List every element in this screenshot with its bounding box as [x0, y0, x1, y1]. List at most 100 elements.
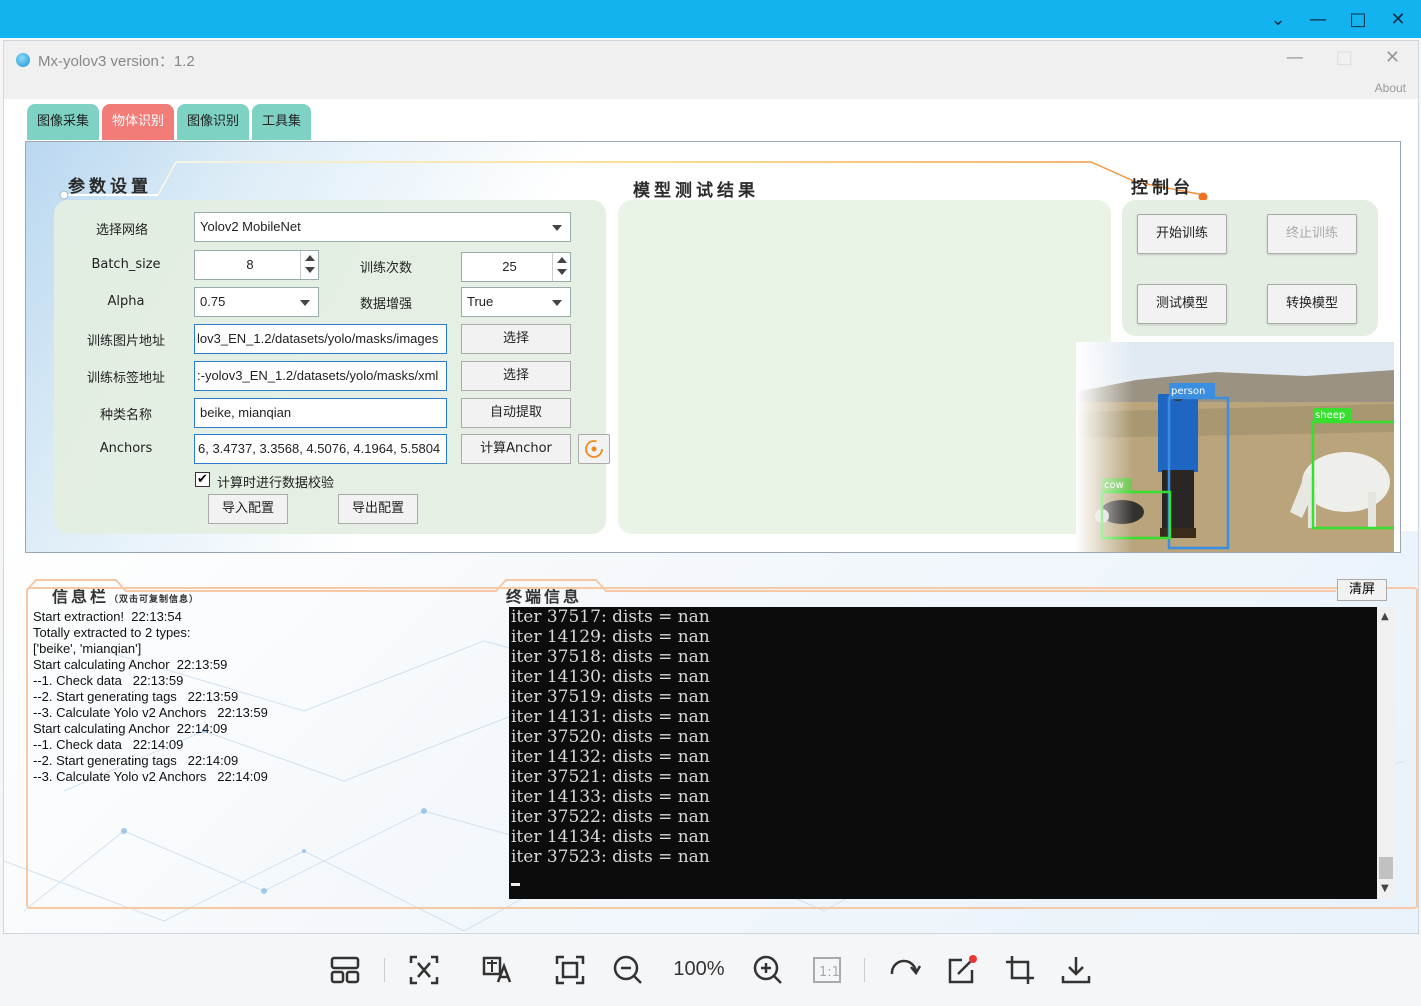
- classes-input[interactable]: beike, mianqian: [194, 398, 447, 428]
- tab-object-detection[interactable]: 物体识别: [102, 104, 175, 140]
- classes-label: 种类名称: [99, 408, 152, 423]
- info-line: --2. Start generating tags 22:14:09: [33, 753, 239, 768]
- scrollbar-thumb[interactable]: [1379, 857, 1393, 879]
- terminal-line: iter 14134: dists = nan: [511, 827, 710, 847]
- scroll-down-icon[interactable]: ▼: [1381, 883, 1389, 894]
- menu-strip: About: [4, 79, 1418, 99]
- terminal-output[interactable]: iter 37517: dists = nan iter 14129: dists…: [509, 607, 1377, 899]
- anchors-label: Anchors: [99, 441, 153, 456]
- batch-size-spinbox[interactable]: 8: [194, 250, 319, 280]
- maximize-icon[interactable]: □: [1347, 9, 1369, 31]
- test-model-button[interactable]: 测试模型: [1137, 284, 1227, 324]
- app-close-icon[interactable]: ✕: [1385, 47, 1400, 68]
- clear-screen-button[interactable]: 清屏: [1337, 579, 1387, 601]
- info-line: --2. Start generating tags 22:13:59: [33, 689, 239, 704]
- epochs-spinbox[interactable]: 25: [461, 252, 571, 282]
- minimize-icon[interactable]: —: [1307, 9, 1329, 31]
- tab-image-capture[interactable]: 图像采集: [27, 104, 100, 140]
- info-line: Start calculating Anchor 22:13:59: [33, 657, 228, 672]
- convert-model-button[interactable]: 转换模型: [1267, 284, 1357, 324]
- zoom-out-icon[interactable]: [612, 954, 644, 986]
- terminal-line: iter 14129: dists = nan: [511, 627, 710, 647]
- chevron-down-icon: [300, 300, 310, 306]
- augment-select[interactable]: True: [461, 287, 571, 317]
- viewer-toolbar: 100% 1:1: [0, 934, 1421, 1006]
- toolbar-separator: [384, 958, 385, 982]
- spin-arrows-icon[interactable]: [300, 251, 318, 279]
- app-title: Mx-yolov3 version：1.2: [38, 53, 195, 70]
- info-line: Start calculating Anchor 22:14:09: [33, 721, 228, 736]
- terminal-line: iter 37522: dists = nan: [511, 807, 710, 827]
- terminal-lines: iter 37517: dists = nan iter 14129: dists…: [511, 607, 710, 867]
- terminal-line: iter 14131: dists = nan: [511, 707, 710, 727]
- app-maximize-icon[interactable]: □: [1336, 47, 1353, 68]
- zoom-level: 100%: [673, 958, 725, 980]
- image-path-label: 训练图片地址: [86, 334, 165, 349]
- params-section-title: 参数设置: [68, 177, 152, 197]
- rotate-icon[interactable]: [887, 954, 921, 986]
- terminal-scrollbar[interactable]: ▲ ▼: [1377, 607, 1395, 899]
- fit-screen-icon[interactable]: [554, 954, 586, 986]
- app-minimize-icon[interactable]: —: [1286, 47, 1304, 68]
- terminal-line: iter 37519: dists = nan: [511, 687, 710, 707]
- refresh-button[interactable]: [578, 434, 610, 464]
- image-path-input[interactable]: lov3_EN_1.2/datasets/yolo/masks/images: [194, 324, 447, 354]
- terminal-line: iter 37520: dists = nan: [511, 727, 710, 747]
- info-line: --3. Calculate Yolo v2 Anchors 22:14:09: [33, 769, 268, 784]
- cursor-icon: [511, 883, 520, 886]
- tab-toolset[interactable]: 工具集: [252, 104, 312, 140]
- export-config-button[interactable]: 导出配置: [338, 494, 418, 524]
- network-select[interactable]: Yolov2 MobileNet: [194, 212, 571, 242]
- terminal-line: iter 37518: dists = nan: [511, 647, 710, 667]
- translate-icon[interactable]: [481, 954, 513, 986]
- info-line: Totally extracted to 2 types:: [33, 625, 191, 640]
- info-line: ['beike', 'mianqian']: [33, 641, 142, 656]
- chevron-down-icon: [552, 300, 562, 306]
- terminal-line: iter 14132: dists = nan: [511, 747, 710, 767]
- close-icon[interactable]: ✕: [1387, 9, 1409, 31]
- start-training-button[interactable]: 开始训练: [1137, 214, 1227, 254]
- app-logo-icon: [16, 53, 30, 67]
- detection-sample-image: person sheep cow: [1076, 342, 1394, 552]
- batch-size-label: Batch_size: [91, 257, 161, 272]
- info-line: --1. Check data 22:14:09: [33, 737, 184, 752]
- collapse-icon[interactable]: ⌄: [1267, 9, 1289, 31]
- select-label-path-button[interactable]: 选择: [461, 361, 571, 391]
- epochs-label: 训练次数: [359, 261, 412, 276]
- label-path-input[interactable]: :-yolov3_EN_1.2/datasets/yolo/masks/xml: [194, 361, 447, 391]
- refresh-icon: [585, 440, 603, 458]
- info-line: --1. Check data 22:13:59: [33, 673, 184, 688]
- crop-icon[interactable]: [1004, 954, 1036, 986]
- info-log[interactable]: Start extraction! 22:13:54 Totally extrac…: [33, 609, 489, 785]
- terminal-line: iter 37523: dists = nan: [511, 847, 710, 867]
- about-link[interactable]: About: [1375, 81, 1406, 95]
- terminal-line: iter 37517: dists = nan: [511, 607, 710, 627]
- tab-image-recognition[interactable]: 图像识别: [177, 104, 250, 140]
- auto-extract-button[interactable]: 自动提取: [461, 398, 571, 428]
- anchors-input[interactable]: 6, 3.4737, 3.3568, 4.5076, 4.1964, 5.580…: [194, 434, 447, 464]
- scroll-up-icon[interactable]: ▲: [1381, 611, 1389, 622]
- verify-checkbox[interactable]: ✔: [195, 472, 210, 487]
- app-title-bar: Mx-yolov3 version：1.2 — □ ✕: [4, 41, 1418, 79]
- zoom-in-icon[interactable]: [752, 954, 784, 986]
- svg-text:1:1: 1:1: [819, 965, 840, 980]
- results-panel: [618, 200, 1111, 534]
- actual-size-icon[interactable]: 1:1: [812, 954, 842, 986]
- import-config-button[interactable]: 导入配置: [208, 494, 288, 524]
- text-extract-icon[interactable]: [408, 954, 440, 986]
- layout-icon[interactable]: [330, 954, 360, 986]
- terminal-line: iter 14133: dists = nan: [511, 787, 710, 807]
- info-line: --3. Calculate Yolo v2 Anchors 22:13:59: [33, 705, 268, 720]
- calc-anchor-button[interactable]: 计算Anchor: [461, 434, 571, 464]
- spin-arrows-icon[interactable]: [552, 253, 570, 281]
- edit-icon[interactable]: [946, 954, 978, 986]
- alpha-select[interactable]: 0.75: [194, 287, 319, 317]
- console-section-title: 控制台: [1131, 178, 1194, 198]
- results-section-title: 模型测试结果: [633, 181, 759, 201]
- info-line: Start extraction! 22:13:54: [33, 609, 182, 624]
- download-icon[interactable]: [1060, 954, 1092, 986]
- augment-label: 数据增强: [359, 297, 412, 312]
- main-panel: 参数设置 模型测试结果 控制台 选择网络 Yolov2 MobileNet Ba…: [25, 141, 1401, 553]
- select-image-path-button[interactable]: 选择: [461, 324, 571, 354]
- stop-training-button[interactable]: 终止训练: [1267, 214, 1357, 254]
